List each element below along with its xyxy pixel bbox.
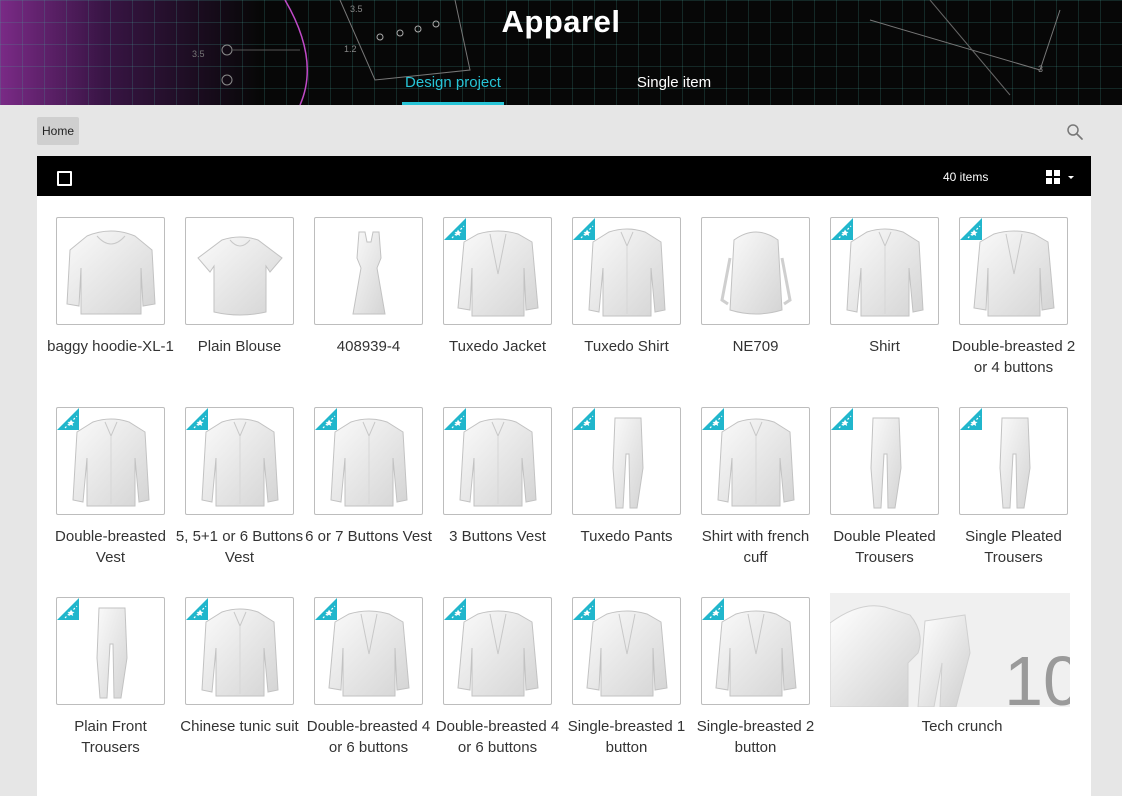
item-label: Plain Front Trousers	[74, 718, 147, 756]
item-label: Chinese tunic suit	[180, 718, 299, 735]
item-label: Plain Blouse	[197, 338, 282, 355]
item-thumbnail[interactable]	[56, 217, 165, 325]
svg-text:3: 3	[1038, 64, 1043, 74]
item-count: 40 items	[943, 170, 989, 184]
backpack-icon	[720, 231, 792, 315]
collection-thumbnail[interactable]: 10	[830, 593, 1070, 707]
svg-text:3.5: 3.5	[192, 49, 205, 59]
premium-badge-icon	[960, 218, 982, 240]
item-thumbnail[interactable]	[314, 597, 423, 705]
premium-badge-icon	[57, 598, 79, 620]
item-label: Tuxedo Jacket	[449, 338, 546, 355]
app-header: 3.5 1.2 3.5 3 Apparel Design project Sin…	[0, 0, 1122, 105]
hoodie-icon	[66, 230, 156, 315]
item-label: Tuxedo Pants	[580, 528, 673, 545]
item-label: Double-breasted 2 or 4 buttons	[951, 338, 1076, 376]
item-thumbnail[interactable]	[572, 597, 681, 705]
items-toolbar: 40 items	[37, 156, 1091, 196]
premium-badge-icon	[573, 218, 595, 240]
premium-badge-icon	[57, 408, 79, 430]
blouse-icon	[197, 236, 283, 316]
item-label: Tuxedo Shirt	[584, 338, 669, 355]
grid-view-icon[interactable]	[1044, 169, 1076, 185]
items-grid: 10 Tech crunch baggy hoodie-XL-1 Plain Bl…	[37, 196, 1091, 796]
premium-badge-icon	[186, 408, 208, 430]
item-thumbnail[interactable]	[56, 407, 165, 515]
item-thumbnail[interactable]	[185, 597, 294, 705]
item-thumbnail[interactable]	[185, 407, 294, 515]
item-label: 5, 5+1 or 6 Buttons Vest	[175, 528, 304, 566]
collection-label: Tech crunch	[921, 718, 1003, 735]
item-label: baggy hoodie-XL-1	[47, 338, 174, 355]
item-label: Double Pleated Trousers	[833, 528, 936, 566]
item-thumbnail[interactable]	[314, 407, 423, 515]
item-thumbnail[interactable]	[572, 217, 681, 325]
tab-design-project[interactable]: Design project	[402, 74, 504, 105]
item-label: Double-breasted Vest	[55, 528, 166, 566]
premium-badge-icon	[315, 408, 337, 430]
item-thumbnail[interactable]	[314, 217, 423, 325]
premium-badge-icon	[831, 218, 853, 240]
premium-badge-icon	[702, 598, 724, 620]
item-thumbnail[interactable]	[830, 407, 939, 515]
item-thumbnail[interactable]	[701, 217, 810, 325]
premium-badge-icon	[186, 598, 208, 620]
tab-single-item[interactable]: Single item	[630, 74, 718, 105]
search-icon[interactable]	[1066, 123, 1084, 141]
item-thumbnail[interactable]	[56, 597, 165, 705]
breadcrumb-home[interactable]: Home	[37, 117, 80, 145]
select-all-checkbox[interactable]	[57, 171, 72, 186]
dress-icon	[352, 231, 386, 315]
premium-badge-icon	[573, 598, 595, 620]
item-label: NE709	[732, 338, 779, 355]
items-panel: 40 items 10 Tech crunch baggy hoodie-XL-…	[37, 156, 1091, 796]
item-thumbnail[interactable]	[185, 217, 294, 325]
item-thumbnail[interactable]	[701, 597, 810, 705]
item-thumbnail[interactable]	[443, 407, 552, 515]
premium-badge-icon	[831, 408, 853, 430]
item-label: Shirt with french cuff	[701, 528, 810, 566]
item-label: Single Pleated Trousers	[965, 528, 1062, 566]
item-thumbnail[interactable]	[572, 407, 681, 515]
premium-badge-icon	[444, 598, 466, 620]
item-thumbnail[interactable]	[830, 217, 939, 325]
premium-badge-icon	[702, 408, 724, 430]
item-label: Double-breasted 4 or 6 buttons	[435, 718, 560, 756]
item-label: Single-breasted 2 button	[696, 718, 815, 756]
item-label: 408939-4	[336, 338, 401, 355]
item-thumbnail[interactable]	[701, 407, 810, 515]
item-thumbnail[interactable]	[443, 217, 552, 325]
item-thumbnail[interactable]	[959, 217, 1068, 325]
premium-badge-icon	[315, 598, 337, 620]
item-label: Double-breasted 4 or 6 buttons	[306, 718, 431, 756]
premium-badge-icon	[444, 218, 466, 240]
item-label: Single-breasted 1 button	[567, 718, 686, 756]
svg-text:1.2: 1.2	[344, 44, 357, 54]
collection-count: 10	[1004, 642, 1070, 707]
item-label: 3 Buttons Vest	[449, 528, 546, 545]
app-title: Apparel	[501, 4, 621, 39]
premium-badge-icon	[573, 408, 595, 430]
item-label: Shirt	[869, 338, 900, 355]
item-label: 6 or 7 Buttons Vest	[305, 528, 432, 545]
item-thumbnail[interactable]	[443, 597, 552, 705]
premium-badge-icon	[444, 408, 466, 430]
premium-badge-icon	[960, 408, 982, 430]
item-thumbnail[interactable]	[959, 407, 1068, 515]
